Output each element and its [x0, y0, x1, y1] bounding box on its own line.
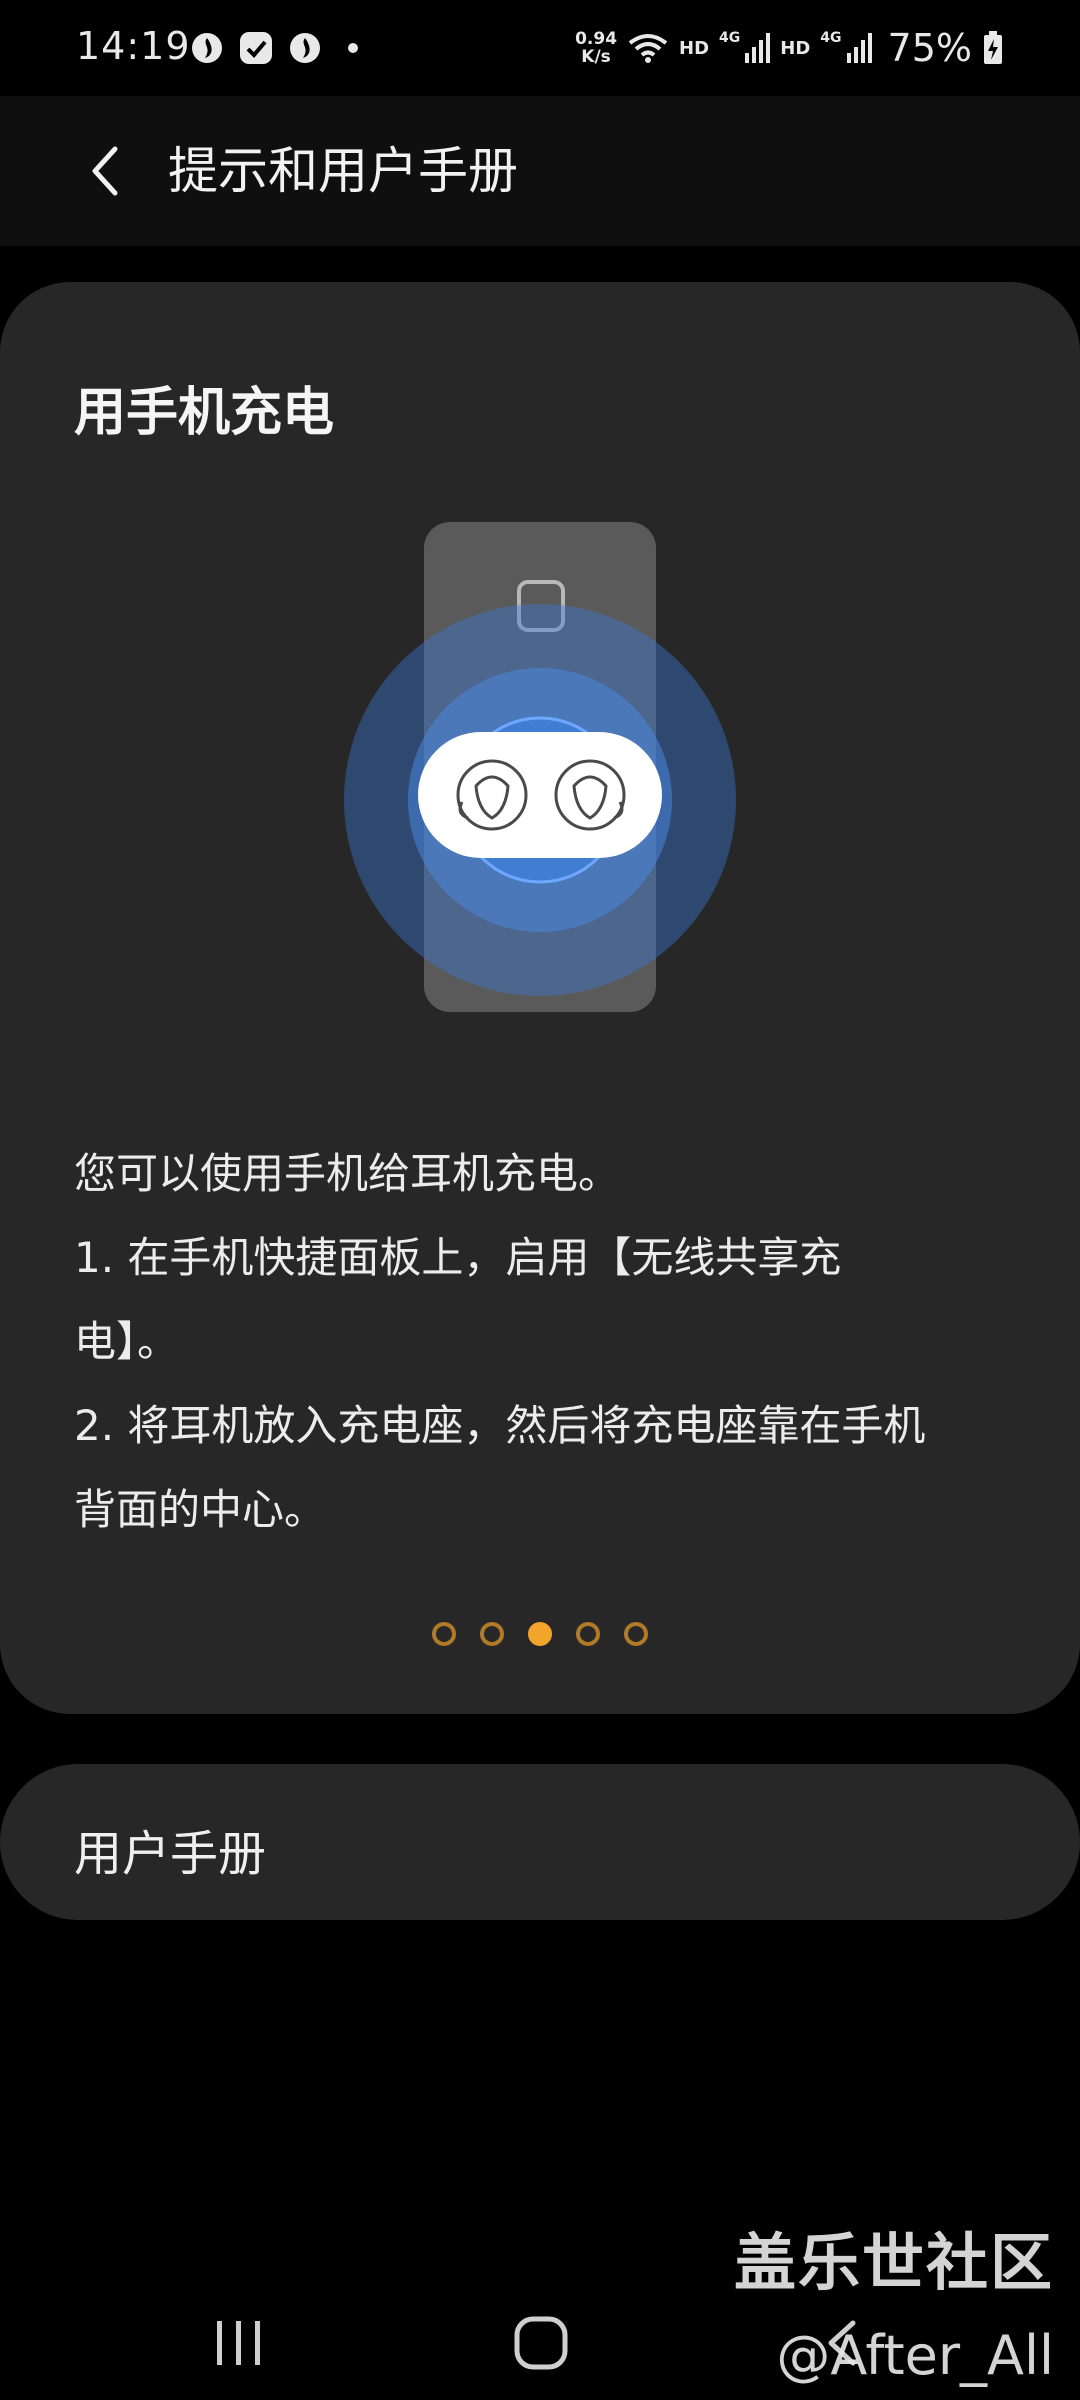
home-button[interactable] [496, 2298, 586, 2388]
recent-apps-button[interactable] [194, 2298, 284, 2388]
recent-apps-icon [217, 2321, 260, 2365]
flame-notification-icon [192, 33, 222, 63]
battery-charging-icon [984, 31, 1002, 64]
network-type: 4G [719, 30, 741, 46]
page-title: 提示和用户手册 [168, 142, 518, 200]
page-dot-4[interactable] [576, 1622, 600, 1646]
right-earbud-illustration [554, 759, 626, 831]
tip-title: 用手机充电 [74, 383, 335, 443]
user-manual-label: 用户手册 [74, 1826, 267, 1882]
watermark-username: @After_All [776, 2324, 1054, 2387]
signal-icon [745, 33, 771, 63]
page-dot-5[interactable] [624, 1622, 648, 1646]
battery-percent: 75% [887, 26, 972, 70]
home-icon [514, 2316, 568, 2370]
flame-notification-icon-2 [290, 33, 320, 63]
description-line: 您可以使用手机给耳机充电。 [74, 1149, 621, 1198]
community-watermark: 盖乐世社区 @After_All [734, 2212, 1054, 2387]
tip-description: 您可以使用手机给耳机充电。 1. 在手机快捷面板上，启用【无线共享充 电】。 2… [74, 1132, 1014, 1552]
description-line: 背面的中心。 [74, 1485, 327, 1534]
status-bar: 14:19 0.94 K/s HD 4G HD 4G 75% [0, 0, 1080, 96]
description-line: 电】。 [74, 1317, 180, 1366]
tip-card[interactable]: 用手机充电 您可以使用手机给耳机充电。 1. 在手机快捷面板上，启用【无线共享充… [0, 282, 1080, 1714]
wifi-icon [628, 34, 668, 63]
network-speed-value: 0.94 [575, 29, 618, 49]
status-time: 14:19 [76, 24, 191, 68]
description-line: 2. 将耳机放入充电座，然后将充电座靠在手机 [74, 1401, 926, 1450]
network-speed-unit: K/s [581, 47, 611, 67]
hd-voice-badge-2: HD [780, 37, 811, 59]
app-notification-icon [240, 32, 272, 64]
watermark-community-name: 盖乐世社区 [733, 2226, 1054, 2299]
app-bar: 提示和用户手册 [0, 96, 1080, 246]
system-icons: 0.94 K/s HD 4G HD 4G 75% [575, 24, 1004, 72]
network-type-2: 4G [820, 30, 842, 46]
hd-voice-badge: HD [679, 37, 710, 59]
page-dot-2[interactable] [480, 1622, 504, 1646]
network-speed: 0.94 K/s [575, 30, 617, 66]
page-dot-3-active[interactable] [528, 1622, 552, 1646]
left-earbud-illustration [456, 759, 528, 831]
user-manual-item[interactable]: 用户手册 [0, 1764, 1080, 1920]
notification-icons [190, 28, 358, 68]
page-dot-1[interactable] [432, 1622, 456, 1646]
more-notifications-dot [348, 43, 358, 53]
back-button[interactable] [60, 126, 150, 216]
page-indicator[interactable] [0, 1622, 1080, 1652]
description-line: 1. 在手机快捷面板上，启用【无线共享充 [74, 1233, 842, 1282]
back-arrow-icon [92, 146, 118, 196]
signal-icon-2 [846, 33, 872, 63]
wireless-powershare-illustration [344, 522, 736, 1012]
